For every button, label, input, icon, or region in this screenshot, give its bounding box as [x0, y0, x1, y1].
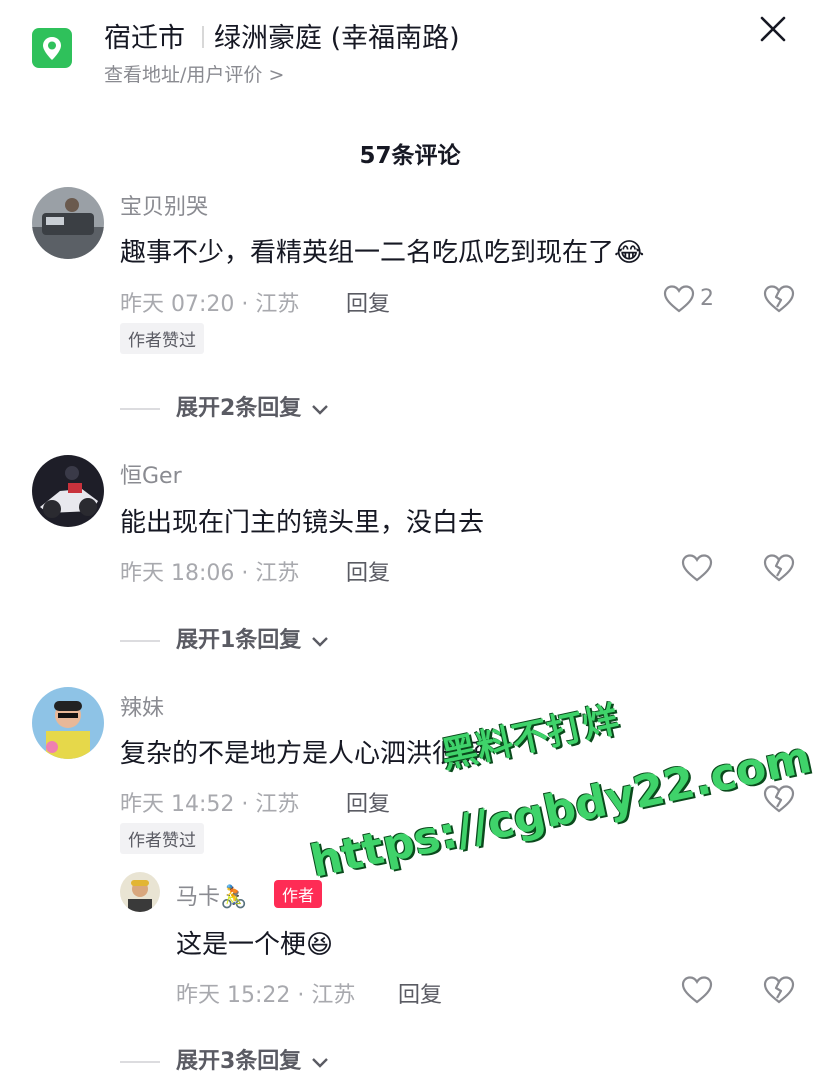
broken-heart-icon[interactable]: [762, 551, 796, 585]
comment-meta: 昨天 07:20 · 江苏: [120, 292, 300, 317]
author-liked-tag: 作者赞过: [120, 823, 204, 854]
reply-button[interactable]: 回复: [346, 786, 390, 818]
comment-username[interactable]: 恒Ger: [120, 458, 182, 490]
reply-button[interactable]: 回复: [346, 286, 390, 318]
reply-button[interactable]: 回复: [346, 555, 390, 587]
comment-username[interactable]: 宝贝别哭: [120, 189, 208, 221]
comment-text: 趣事不少，看精英组一二名吃瓜吃到现在了😂: [120, 232, 644, 269]
header-divider: [202, 26, 204, 48]
expand-replies-button[interactable]: 展开1条回复: [120, 622, 331, 654]
expand-divider: [120, 408, 160, 410]
reply-button[interactable]: 回复: [398, 977, 442, 1009]
chevron-down-icon: [312, 637, 328, 647]
comment-meta: 昨天 14:52 · 江苏: [120, 792, 300, 817]
like-count: 2: [700, 286, 714, 311]
comment-meta: 昨天 18:06 · 江苏: [120, 561, 300, 586]
chevron-down-icon: [312, 405, 328, 415]
avatar[interactable]: [32, 187, 104, 259]
heart-icon[interactable]: [662, 282, 696, 316]
expand-replies-button[interactable]: 展开2条回复: [120, 390, 331, 422]
comment-text: 能出现在门主的镜头里，没白去: [120, 508, 485, 538]
reply-text: 这是一个梗😆: [176, 924, 333, 961]
comment-username[interactable]: 辣妹: [120, 690, 164, 722]
laughing-tears-emoji: 😂: [614, 238, 645, 268]
avatar[interactable]: [120, 872, 160, 912]
comment-count: 57条评论: [359, 143, 461, 169]
reply-meta: 昨天 15:22 · 江苏: [176, 983, 356, 1008]
expand-label: 展开3条回复: [176, 1049, 302, 1074]
expand-label: 展开1条回复: [176, 628, 302, 653]
watermark-text: 黑料不打烊: [437, 699, 623, 777]
chevron-down-icon: [312, 1058, 328, 1068]
location-pin-icon: [32, 28, 72, 68]
broken-heart-icon[interactable]: [762, 282, 796, 316]
avatar[interactable]: [32, 687, 104, 759]
view-address-link[interactable]: 查看地址/用户评价 >: [104, 60, 284, 87]
expand-divider: [120, 1061, 160, 1063]
expand-divider: [120, 640, 160, 642]
reply-text-body: 这是一个梗: [176, 930, 307, 960]
author-liked-tag: 作者赞过: [120, 323, 204, 354]
expand-replies-button[interactable]: 展开3条回复: [120, 1043, 331, 1075]
expand-label: 展开2条回复: [176, 396, 302, 421]
reply-username[interactable]: 马卡🚴: [176, 879, 247, 911]
grinning-emoji: 😆: [306, 930, 334, 960]
broken-heart-icon[interactable]: [762, 973, 796, 1007]
comment-text-body: 趣事不少，看精英组一二名吃瓜吃到现在了: [120, 238, 615, 268]
heart-icon[interactable]: [680, 551, 714, 585]
author-badge: 作者: [274, 880, 323, 908]
comment-text: 复杂的不是地方是人心泗洪很好: [120, 739, 485, 769]
close-icon[interactable]: [756, 12, 790, 46]
location-place[interactable]: 绿洲豪庭 (幸福南路): [214, 16, 460, 55]
heart-icon[interactable]: [680, 973, 714, 1007]
avatar[interactable]: [32, 455, 104, 527]
location-city[interactable]: 宿迁市: [104, 16, 185, 55]
